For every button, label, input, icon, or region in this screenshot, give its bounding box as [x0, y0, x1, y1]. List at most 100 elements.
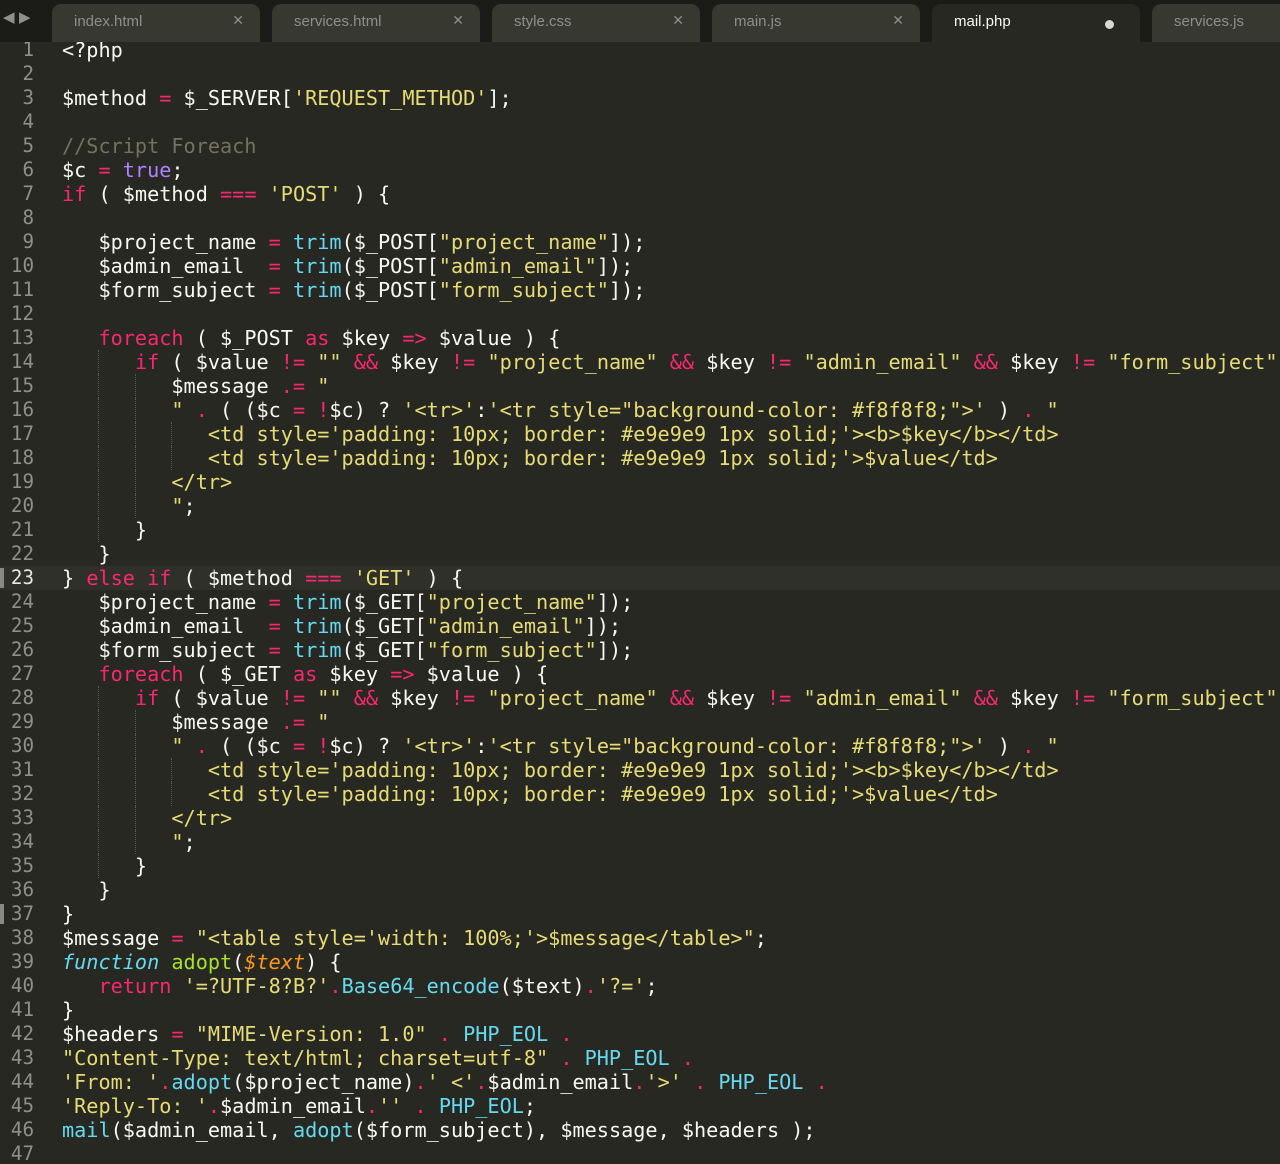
tab-mail-php[interactable]: mail.php	[932, 4, 1140, 42]
code-line[interactable]: 11 $form_subject = trim($_POST["form_sub…	[0, 278, 1280, 302]
code-line[interactable]: 14 if ( $value != "" && $key != "project…	[0, 350, 1280, 374]
close-icon[interactable]: ✕	[232, 13, 244, 29]
code-line[interactable]: 16 " . ( ($c = !$c) ? '<tr>':'<tr style=…	[0, 398, 1280, 422]
line-number: 46	[10, 1118, 34, 1141]
code-line[interactable]: 45 'Reply-To: '.$admin_email.'' . PHP_EOL…	[0, 1094, 1280, 1118]
line-number: 27	[10, 662, 34, 685]
line-number: 2	[22, 62, 34, 85]
code-line[interactable]: 19 </tr>	[0, 470, 1280, 494]
code-line[interactable]: 12	[0, 302, 1280, 326]
code-line[interactable]: 7 if ( $method === 'POST' ) {	[0, 182, 1280, 206]
code-text: <td style='padding: 10px; border: #e9e9e…	[62, 446, 998, 470]
code-text: }	[62, 518, 148, 542]
code-editor[interactable]: 1 <?php 2 3 $method = $_SERVER['REQUEST_METH…	[0, 42, 1280, 1164]
line-number: 8	[22, 206, 34, 229]
code-line[interactable]: 2	[0, 62, 1280, 86]
line-number: 45	[10, 1094, 34, 1117]
code-line[interactable]: 46 mail($admin_email, adopt($form_subject…	[0, 1118, 1280, 1142]
code-line[interactable]: 27 foreach ( $_GET as $key => $value ) {	[0, 662, 1280, 686]
tab-services-html[interactable]: services.html ✕	[272, 4, 480, 42]
line-number: 5	[22, 134, 34, 157]
line-number: 28	[10, 686, 34, 709]
code-line[interactable]: 44 'From: '.adopt($project_name).' <'.$ad…	[0, 1070, 1280, 1094]
code-line[interactable]: 10 $admin_email = trim($_POST["admin_ema…	[0, 254, 1280, 278]
code-text: <?php	[62, 42, 123, 62]
close-icon[interactable]: ✕	[452, 13, 464, 29]
back-icon[interactable]: ◀	[3, 8, 15, 26]
code-line[interactable]: 40 return '=?UTF-8?B?'.Base64_encode($te…	[0, 974, 1280, 998]
code-text: 'Reply-To: '.$admin_email.'' . PHP_EOL;	[62, 1094, 537, 1118]
code-line[interactable]: 5 //Script Foreach	[0, 134, 1280, 158]
close-icon[interactable]: ✕	[672, 13, 684, 29]
tab-main-js[interactable]: main.js ✕	[712, 4, 920, 42]
code-line[interactable]: 33 </tr>	[0, 806, 1280, 830]
code-text: ";	[62, 494, 196, 518]
line-number: 39	[10, 950, 34, 973]
line-number: 7	[22, 182, 34, 205]
code-text: ";	[62, 830, 196, 854]
code-text: }	[62, 542, 111, 566]
code-line[interactable]: 15 $message .= "	[0, 374, 1280, 398]
code-line[interactable]: 38 $message = "<table style='width: 100%;…	[0, 926, 1280, 950]
code-line[interactable]: 18 <td style='padding: 10px; border: #e9…	[0, 446, 1280, 470]
code-line[interactable]: 6 $c = true;	[0, 158, 1280, 182]
tab-services-js[interactable]: services.js	[1152, 4, 1280, 42]
tab-index-html[interactable]: index.html ✕	[52, 4, 260, 42]
code-line[interactable]: 26 $form_subject = trim($_GET["form_subj…	[0, 638, 1280, 662]
code-line[interactable]: 20 ";	[0, 494, 1280, 518]
close-icon[interactable]: ✕	[892, 13, 904, 29]
code-line[interactable]: 22 }	[0, 542, 1280, 566]
unsaved-dot-icon[interactable]	[1105, 20, 1114, 29]
code-text: $project_name = trim($_POST["project_nam…	[62, 230, 646, 254]
forward-icon[interactable]: ▶	[19, 8, 31, 26]
code-line[interactable]: 35 }	[0, 854, 1280, 878]
line-number: 9	[22, 230, 34, 253]
code-line[interactable]: 23} else if ( $method === 'GET' ) {	[0, 566, 1280, 590]
code-line[interactable]: 17 <td style='padding: 10px; border: #e9…	[0, 422, 1280, 446]
code-line[interactable]: 31 <td style='padding: 10px; border: #e9…	[0, 758, 1280, 782]
line-number: 31	[10, 758, 34, 781]
code-line[interactable]: 30 " . ( ($c = !$c) ? '<tr>':'<tr style=…	[0, 734, 1280, 758]
code-line[interactable]: 9 $project_name = trim($_POST["project_n…	[0, 230, 1280, 254]
code-line[interactable]: 43 "Content-Type: text/html; charset=utf-…	[0, 1046, 1280, 1070]
line-number: 3	[22, 86, 34, 109]
line-number: 25	[10, 614, 34, 637]
tab-label: services.html	[294, 13, 382, 30]
tab-bar: ◀ ▶ index.html ✕ services.html ✕ style.c…	[0, 0, 1280, 42]
code-line[interactable]: 36 }	[0, 878, 1280, 902]
code-line[interactable]: 1 <?php	[0, 42, 1280, 62]
code-text: }	[62, 902, 75, 926]
code-line[interactable]: 42 $headers = "MIME-Version: 1.0" . PHP_E…	[0, 1022, 1280, 1046]
code-line[interactable]: 34 ";	[0, 830, 1280, 854]
code-text: $message .= "	[62, 374, 330, 398]
tab-label: main.js	[734, 13, 782, 30]
code-line[interactable]: 8	[0, 206, 1280, 230]
line-number: 41	[10, 998, 34, 1021]
tab-style-css[interactable]: style.css ✕	[492, 4, 700, 42]
code-line[interactable]: 3 $method = $_SERVER['REQUEST_METHOD'];	[0, 86, 1280, 110]
code-line[interactable]: 47	[0, 1142, 1280, 1164]
code-text: </tr>	[62, 806, 233, 830]
code-line[interactable]: 24 $project_name = trim($_GET["project_n…	[0, 590, 1280, 614]
tab-label: style.css	[514, 13, 572, 30]
code-line[interactable]: 39 function adopt($text) {	[0, 950, 1280, 974]
code-line[interactable]: 29 $message .= "	[0, 710, 1280, 734]
code-text: $message .= "	[62, 710, 330, 734]
code-text: if ( $value != "" && $key != "project_na…	[134, 350, 1278, 374]
line-number: 15	[10, 374, 34, 397]
line-number: 21	[10, 518, 34, 541]
code-text: }	[62, 854, 148, 878]
code-line[interactable]: 13 foreach ( $_POST as $key => $value ) …	[0, 326, 1280, 350]
code-line[interactable]: 32 <td style='padding: 10px; border: #e9…	[0, 782, 1280, 806]
tab-label: services.js	[1174, 13, 1245, 30]
code-line[interactable]: 4	[0, 110, 1280, 134]
line-number: 24	[10, 590, 34, 613]
code-line[interactable]: 28 if ( $value != "" && $key != "project…	[0, 686, 1280, 710]
code-line[interactable]: 25 $admin_email = trim($_GET["admin_emai…	[0, 614, 1280, 638]
code-line[interactable]: 41}	[0, 998, 1280, 1022]
code-line[interactable]: 37}	[0, 902, 1280, 926]
code-line[interactable]: 21 }	[0, 518, 1280, 542]
line-number: 6	[22, 158, 34, 181]
line-number: 12	[10, 302, 34, 325]
line-number: 34	[10, 830, 34, 853]
